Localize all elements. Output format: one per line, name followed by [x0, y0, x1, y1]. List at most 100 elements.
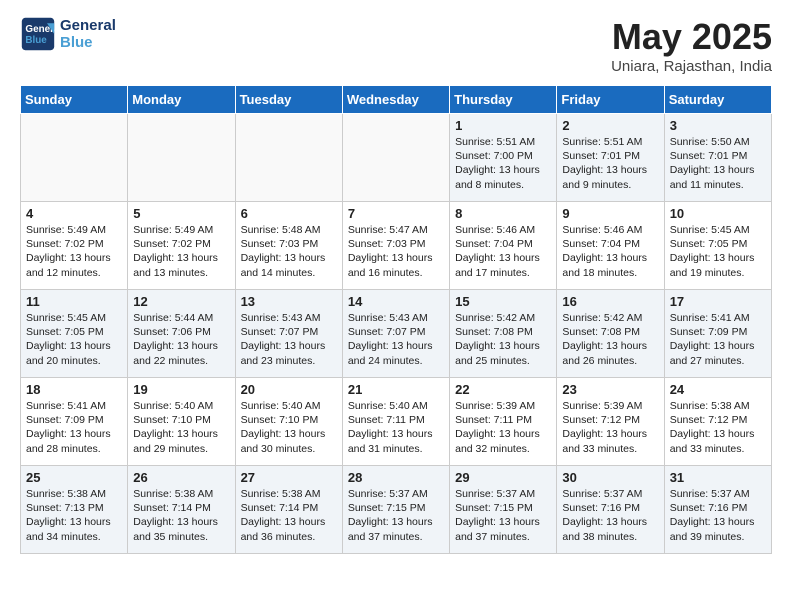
day-info: Sunrise: 5:44 AM Sunset: 7:06 PM Dayligh… — [133, 311, 229, 368]
day-info: Sunrise: 5:46 AM Sunset: 7:04 PM Dayligh… — [562, 223, 658, 280]
calendar-cell: 7 Sunrise: 5:47 AM Sunset: 7:03 PM Daylig… — [342, 202, 449, 290]
day-number: 23 — [562, 382, 658, 397]
day-info: Sunrise: 5:38 AM Sunset: 7:13 PM Dayligh… — [26, 487, 122, 544]
calendar-cell: 9 Sunrise: 5:46 AM Sunset: 7:04 PM Daylig… — [557, 202, 664, 290]
calendar-cell: 22Sunrise: 5:39 AM Sunset: 7:11 PM Dayli… — [450, 378, 557, 466]
header: General Blue General Blue May 2025 Uniar… — [20, 16, 772, 75]
day-info: Sunrise: 5:37 AM Sunset: 7:15 PM Dayligh… — [455, 487, 551, 544]
day-info: Sunrise: 5:46 AM Sunset: 7:04 PM Dayligh… — [455, 223, 551, 280]
calendar-cell: 27 Sunrise: 5:38 AM Sunset: 7:14 PM Dayli… — [235, 466, 342, 554]
day-number: 14 — [348, 294, 444, 309]
calendar-cell: 15Sunrise: 5:42 AM Sunset: 7:08 PM Dayli… — [450, 290, 557, 378]
day-info: Sunrise: 5:43 AM Sunset: 7:07 PM Dayligh… — [241, 311, 337, 368]
day-info: Sunrise: 5:42 AM Sunset: 7:08 PM Dayligh… — [562, 311, 658, 368]
calendar-cell: 16 Sunrise: 5:42 AM Sunset: 7:08 PM Dayli… — [557, 290, 664, 378]
logo: General Blue General Blue — [20, 16, 116, 52]
day-number: 30 — [562, 470, 658, 485]
calendar-cell: 26Sunrise: 5:38 AM Sunset: 7:14 PM Dayli… — [128, 466, 235, 554]
day-number: 21 — [348, 382, 444, 397]
day-info: Sunrise: 5:37 AM Sunset: 7:16 PM Dayligh… — [562, 487, 658, 544]
day-info: Sunrise: 5:42 AM Sunset: 7:08 PM Dayligh… — [455, 311, 551, 368]
page: General Blue General Blue May 2025 Uniar… — [0, 0, 792, 570]
calendar-week-row: 18Sunrise: 5:41 AM Sunset: 7:09 PM Dayli… — [21, 378, 772, 466]
day-info: Sunrise: 5:38 AM Sunset: 7:12 PM Dayligh… — [670, 399, 766, 456]
weekday-header-thursday: Thursday — [450, 86, 557, 114]
calendar-cell: 3Sunrise: 5:50 AM Sunset: 7:01 PM Daylig… — [664, 114, 771, 202]
calendar-cell: 1 Sunrise: 5:51 AM Sunset: 7:00 PM Daylig… — [450, 114, 557, 202]
day-info: Sunrise: 5:38 AM Sunset: 7:14 PM Dayligh… — [241, 487, 337, 544]
calendar-cell: 12Sunrise: 5:44 AM Sunset: 7:06 PM Dayli… — [128, 290, 235, 378]
day-info: Sunrise: 5:39 AM Sunset: 7:12 PM Dayligh… — [562, 399, 658, 456]
day-number: 7 — [348, 206, 444, 221]
day-number: 6 — [241, 206, 337, 221]
day-info: Sunrise: 5:45 AM Sunset: 7:05 PM Dayligh… — [670, 223, 766, 280]
calendar-cell — [342, 114, 449, 202]
calendar-week-row: 4 Sunrise: 5:49 AM Sunset: 7:02 PM Daylig… — [21, 202, 772, 290]
calendar-cell: 8 Sunrise: 5:46 AM Sunset: 7:04 PM Daylig… — [450, 202, 557, 290]
day-number: 19 — [133, 382, 229, 397]
day-number: 16 — [562, 294, 658, 309]
calendar-cell: 20 Sunrise: 5:40 AM Sunset: 7:10 PM Dayli… — [235, 378, 342, 466]
calendar-cell: 17Sunrise: 5:41 AM Sunset: 7:09 PM Dayli… — [664, 290, 771, 378]
day-number: 1 — [455, 118, 551, 133]
calendar-cell: 10 Sunrise: 5:45 AM Sunset: 7:05 PM Dayli… — [664, 202, 771, 290]
calendar-week-row: 11 Sunrise: 5:45 AM Sunset: 7:05 PM Dayli… — [21, 290, 772, 378]
weekday-header-wednesday: Wednesday — [342, 86, 449, 114]
day-number: 27 — [241, 470, 337, 485]
calendar-cell: 28 Sunrise: 5:37 AM Sunset: 7:15 PM Dayli… — [342, 466, 449, 554]
day-info: Sunrise: 5:40 AM Sunset: 7:10 PM Dayligh… — [133, 399, 229, 456]
weekday-header-row: SundayMondayTuesdayWednesdayThursdayFrid… — [21, 86, 772, 114]
calendar-cell: 23 Sunrise: 5:39 AM Sunset: 7:12 PM Dayli… — [557, 378, 664, 466]
day-info: Sunrise: 5:43 AM Sunset: 7:07 PM Dayligh… — [348, 311, 444, 368]
location: Uniara, Rajasthan, India — [611, 58, 772, 75]
day-info: Sunrise: 5:45 AM Sunset: 7:05 PM Dayligh… — [26, 311, 122, 368]
calendar-week-row: 25Sunrise: 5:38 AM Sunset: 7:13 PM Dayli… — [21, 466, 772, 554]
day-number: 10 — [670, 206, 766, 221]
day-number: 20 — [241, 382, 337, 397]
calendar-cell: 29 Sunrise: 5:37 AM Sunset: 7:15 PM Dayli… — [450, 466, 557, 554]
calendar-cell: 14 Sunrise: 5:43 AM Sunset: 7:07 PM Dayli… — [342, 290, 449, 378]
day-number: 4 — [26, 206, 122, 221]
day-number: 13 — [241, 294, 337, 309]
day-number: 28 — [348, 470, 444, 485]
calendar-cell: 31Sunrise: 5:37 AM Sunset: 7:16 PM Dayli… — [664, 466, 771, 554]
day-number: 8 — [455, 206, 551, 221]
calendar-cell: 21 Sunrise: 5:40 AM Sunset: 7:11 PM Dayli… — [342, 378, 449, 466]
logo-text: General Blue — [60, 17, 116, 51]
day-number: 31 — [670, 470, 766, 485]
day-number: 3 — [670, 118, 766, 133]
day-info: Sunrise: 5:37 AM Sunset: 7:15 PM Dayligh… — [348, 487, 444, 544]
day-info: Sunrise: 5:41 AM Sunset: 7:09 PM Dayligh… — [670, 311, 766, 368]
weekday-header-sunday: Sunday — [21, 86, 128, 114]
day-info: Sunrise: 5:40 AM Sunset: 7:10 PM Dayligh… — [241, 399, 337, 456]
calendar-cell: 4 Sunrise: 5:49 AM Sunset: 7:02 PM Daylig… — [21, 202, 128, 290]
calendar-cell: 2Sunrise: 5:51 AM Sunset: 7:01 PM Daylig… — [557, 114, 664, 202]
day-number: 5 — [133, 206, 229, 221]
day-info: Sunrise: 5:51 AM Sunset: 7:00 PM Dayligh… — [455, 135, 551, 192]
calendar-cell — [128, 114, 235, 202]
day-info: Sunrise: 5:47 AM Sunset: 7:03 PM Dayligh… — [348, 223, 444, 280]
day-info: Sunrise: 5:49 AM Sunset: 7:02 PM Dayligh… — [133, 223, 229, 280]
day-info: Sunrise: 5:49 AM Sunset: 7:02 PM Dayligh… — [26, 223, 122, 280]
day-number: 22 — [455, 382, 551, 397]
calendar-week-row: 1 Sunrise: 5:51 AM Sunset: 7:00 PM Daylig… — [21, 114, 772, 202]
day-info: Sunrise: 5:38 AM Sunset: 7:14 PM Dayligh… — [133, 487, 229, 544]
calendar-cell: 25Sunrise: 5:38 AM Sunset: 7:13 PM Dayli… — [21, 466, 128, 554]
calendar-cell: 24 Sunrise: 5:38 AM Sunset: 7:12 PM Dayli… — [664, 378, 771, 466]
day-info: Sunrise: 5:41 AM Sunset: 7:09 PM Dayligh… — [26, 399, 122, 456]
weekday-header-saturday: Saturday — [664, 86, 771, 114]
day-number: 29 — [455, 470, 551, 485]
calendar-cell: 13 Sunrise: 5:43 AM Sunset: 7:07 PM Dayli… — [235, 290, 342, 378]
weekday-header-tuesday: Tuesday — [235, 86, 342, 114]
calendar-cell: 19 Sunrise: 5:40 AM Sunset: 7:10 PM Dayli… — [128, 378, 235, 466]
day-number: 11 — [26, 294, 122, 309]
day-number: 9 — [562, 206, 658, 221]
weekday-header-monday: Monday — [128, 86, 235, 114]
day-number: 24 — [670, 382, 766, 397]
weekday-header-friday: Friday — [557, 86, 664, 114]
calendar-table: SundayMondayTuesdayWednesdayThursdayFrid… — [20, 85, 772, 554]
calendar-cell — [21, 114, 128, 202]
calendar-cell: 30 Sunrise: 5:37 AM Sunset: 7:16 PM Dayli… — [557, 466, 664, 554]
day-info: Sunrise: 5:40 AM Sunset: 7:11 PM Dayligh… — [348, 399, 444, 456]
day-info: Sunrise: 5:48 AM Sunset: 7:03 PM Dayligh… — [241, 223, 337, 280]
